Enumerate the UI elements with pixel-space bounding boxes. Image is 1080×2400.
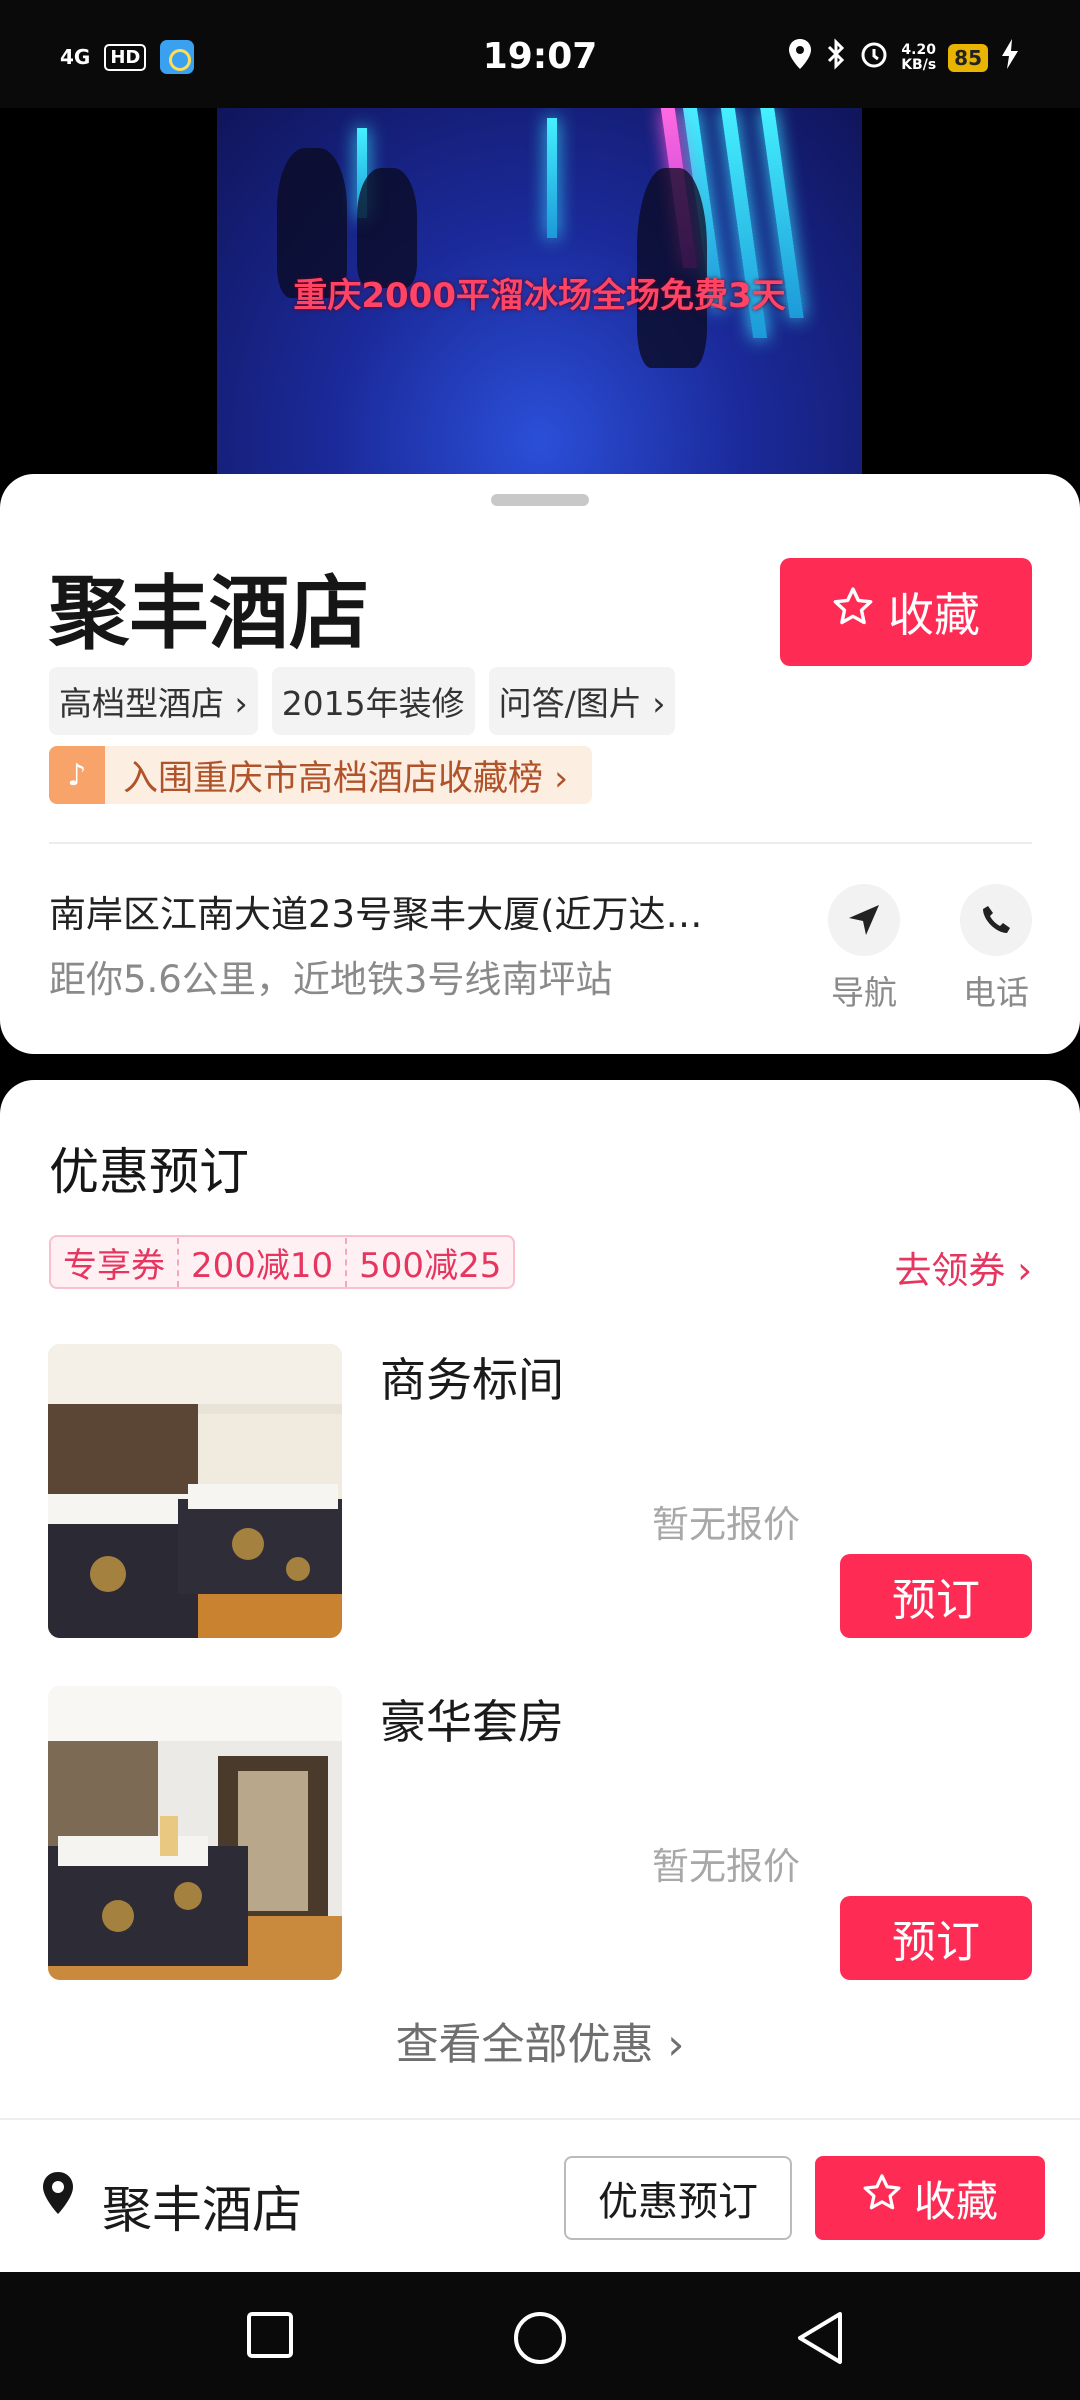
get-coupon-link[interactable]: 去领券 ›	[894, 1240, 1032, 1294]
star-icon	[832, 585, 874, 639]
douyin-rank-icon: ♪	[49, 746, 105, 804]
bottom-hotel-name[interactable]: 聚丰酒店	[102, 2170, 302, 2242]
rank-text: 入围重庆市高档酒店收藏榜 ›	[123, 758, 569, 799]
video-player[interactable]: 重庆2000平溜冰场全场免费3天	[0, 108, 1080, 478]
bluetooth-icon	[825, 38, 847, 77]
tag-hotel-grade[interactable]: 高档型酒店 ›	[49, 667, 258, 735]
bottom-action-bar: 聚丰酒店 优惠预订 收藏	[0, 2118, 1080, 2272]
location-pin-icon	[40, 2170, 76, 2220]
network-speed: 4.20 KB/s	[901, 41, 937, 73]
square-icon[interactable]	[245, 2310, 295, 2364]
phone-label: 电话	[963, 973, 1029, 1012]
hotel-distance: 距你5.6公里，近地铁3号线南坪站	[49, 958, 613, 1001]
book-button[interactable]: 预订	[840, 1554, 1032, 1638]
navigate-label: 导航	[831, 973, 897, 1012]
room-price: 暂无报价	[652, 1503, 800, 1546]
speed-value: 4.20	[901, 41, 936, 58]
bottom-favorite-label: 收藏	[913, 2176, 998, 2226]
navigation-arrow-icon	[828, 884, 900, 956]
coupon-500-25: 500减25	[359, 1245, 502, 1286]
favorite-button[interactable]: 收藏	[780, 558, 1032, 666]
hotel-address[interactable]: 南岸区江南大道23号聚丰大厦(近万达…	[49, 884, 779, 938]
battery-level: 85	[948, 43, 988, 72]
bottom-favorite-button[interactable]: 收藏	[815, 2156, 1045, 2240]
sheet-drag-handle[interactable]	[491, 494, 589, 506]
speed-unit: KB/s	[901, 56, 937, 73]
system-navigation-bar	[0, 2272, 1080, 2400]
circle-icon[interactable]	[512, 2310, 568, 2370]
room-name: 豪华套房	[380, 1695, 564, 1749]
favorite-label: 收藏	[888, 588, 980, 642]
tag-qa-photos[interactable]: 问答/图片 ›	[488, 667, 676, 735]
hotel-info-card: 聚丰酒店 收藏 高档型酒店 › 2015年装修 问答/图片 › ♪ 入围重庆市高…	[0, 474, 1080, 1054]
status-right: 4.20 KB/s 85	[787, 38, 1020, 77]
location-status-icon	[787, 38, 813, 77]
rank-banner[interactable]: ♪ 入围重庆市高档酒店收藏榜 ›	[49, 746, 593, 804]
room-price: 暂无报价	[652, 1845, 800, 1888]
navigate-button[interactable]: 导航	[804, 884, 924, 1014]
video-frame[interactable]: 重庆2000平溜冰场全场免费3天	[217, 108, 862, 478]
view-all-deals-link[interactable]: 查看全部优惠 ›	[0, 2010, 1080, 2072]
divider	[49, 842, 1032, 844]
alarm-icon	[859, 39, 889, 76]
deal-booking-button[interactable]: 优惠预订	[564, 2156, 792, 2240]
room-name: 商务标间	[380, 1353, 564, 1407]
neon-light	[547, 118, 557, 238]
status-bar: 4G HD 19:07 4.20 KB/s 85	[0, 0, 1080, 108]
phone-icon	[960, 884, 1032, 956]
video-caption: 重庆2000平溜冰场全场免费3天	[293, 276, 786, 316]
charging-icon	[1000, 38, 1020, 77]
deals-title: 优惠预订	[49, 1143, 249, 1201]
deals-card: 优惠预订 专享券 200减10 500减25 去领券 › 商务标间 暂无报价 预…	[0, 1080, 1080, 2120]
back-triangle-icon[interactable]	[794, 2310, 846, 2370]
book-button[interactable]: 预订	[840, 1896, 1032, 1980]
coupon-exclusive: 专享券	[51, 1237, 179, 1287]
room-item[interactable]: 商务标间 暂无报价 预订	[0, 1344, 1080, 1640]
room-photo[interactable]	[48, 1344, 342, 1638]
room-item[interactable]: 豪华套房 暂无报价 预订	[0, 1686, 1080, 1982]
hotel-name: 聚丰酒店	[49, 567, 369, 660]
hotel-tags: 高档型酒店 › 2015年装修 问答/图片 ›	[49, 667, 676, 735]
room-photo[interactable]	[48, 1686, 342, 1980]
star-icon	[862, 2173, 902, 2223]
coupon-200-10: 200减10	[179, 1237, 348, 1287]
coupon-tags[interactable]: 专享券 200减10 500减25	[49, 1235, 516, 1289]
phone-button[interactable]: 电话	[936, 884, 1056, 1014]
tag-renovation-year: 2015年装修	[271, 667, 475, 735]
